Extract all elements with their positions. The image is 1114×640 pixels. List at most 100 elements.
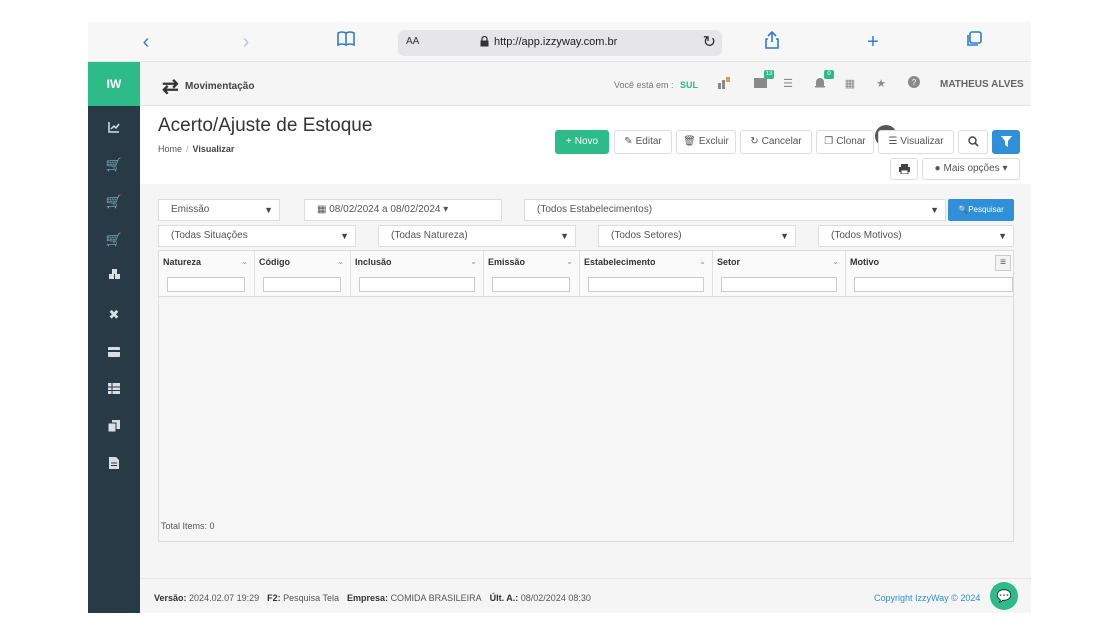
nature-select[interactable]: (Todas Natureza) ▼ [378,225,576,247]
grid-menu-icon[interactable]: ≡ [995,255,1011,271]
column-title: Emissão [488,257,526,267]
refresh-icon: ↻ [750,136,759,147]
bookmarks-icon[interactable] [334,30,358,54]
breadcrumb-current: Visualizar [192,144,235,154]
tabs-icon[interactable] [962,30,986,54]
date-range-picker[interactable]: ▦ 08/02/2024 a 08/02/2024 ▾ [304,199,502,221]
search-button[interactable] [958,130,988,154]
date-type-select[interactable]: Emissão ▼ [158,199,280,221]
chevron-down-icon: ▼ [264,205,273,215]
document-icon[interactable] [104,455,124,475]
credit-card-icon[interactable] [104,343,124,363]
text-size-button[interactable]: AA [406,36,419,47]
column-title: Estabelecimento [584,257,656,267]
print-button[interactable] [890,158,918,180]
copyright[interactable]: Copyright IzzyWay © 2024 [874,593,980,603]
column-filter-input[interactable] [588,277,704,292]
tasks-icon[interactable]: ☰ [780,76,796,92]
chevron-down-icon[interactable]: ⌄ [699,257,706,266]
plus-icon: + [565,136,572,147]
clone-button[interactable]: ❐ Clonar [816,130,874,154]
calculator-icon[interactable]: ▦ [842,76,858,92]
back-icon[interactable]: ‹ [134,30,158,54]
star-icon[interactable]: ★ [873,76,889,92]
shopping-cart-icon[interactable]: 🛒 [104,230,124,250]
help-icon[interactable]: ? [906,76,922,92]
app-header: ⇄ Movimentação Você está em : SUL 13 ☰ 0… [140,62,1031,106]
reason-select[interactable]: (Todos Motivos) ▼ [818,225,1014,247]
printer-icon [898,164,910,175]
forward-icon[interactable]: › [234,30,258,54]
tools-icon[interactable]: ✖ [104,305,124,325]
sector-select[interactable]: (Todos Setores) ▼ [598,225,796,247]
column-inclusao[interactable]: Inclusão ⌄ [351,251,484,297]
chat-button[interactable]: 💬 [990,582,1018,610]
reload-icon[interactable]: ↻ [703,32,716,52]
column-motivo[interactable]: Motivo [846,251,1013,297]
establishment-select[interactable]: (Todos Estabelecimentos) ▼ [524,199,946,221]
cart-icon[interactable]: 🛒 [104,155,124,175]
column-filter-input[interactable] [854,277,1013,292]
view-button[interactable]: ☰ Visualizar [878,130,954,154]
chevron-down-icon[interactable]: ⌄ [832,257,839,266]
app-logo[interactable]: IW [88,62,140,106]
user-name[interactable]: MATHEUS ALVES [940,79,1024,90]
column-natureza[interactable]: Natureza ⌄ [159,251,255,297]
column-filter-input[interactable] [263,277,341,292]
cubes-icon[interactable] [104,267,124,287]
location-label: Você está em : [614,80,674,90]
chevron-down-icon[interactable]: ⌄ [470,257,477,266]
calendar-icon: ▦ [317,204,330,215]
chat-icon: 💬 [996,589,1012,603]
caret-down-icon: ▾ [999,163,1008,174]
new-button[interactable]: + Novo [555,130,609,154]
list-icon[interactable] [104,380,124,400]
search-icon [967,136,979,147]
location-value[interactable]: SUL [680,80,698,90]
column-filter-input[interactable] [492,277,570,292]
filter-button[interactable] [992,130,1020,154]
clone-button-label: Clonar [836,136,866,147]
breadcrumb-home[interactable]: Home [158,144,182,154]
more-options-label: Mais opções [943,163,1000,174]
app-frame: ‹ › AA http://app.izzyway.com.br ↻ + IW … [88,22,1031,613]
column-emissao[interactable]: Emissão ⌄ [484,251,580,297]
app-footer: Versão: 2024.02.07 19:29 F2: Pesquisa Tel… [140,578,1031,613]
cart-icon[interactable]: 🛒 [104,192,124,212]
chevron-down-icon[interactable]: ⌄ [241,257,248,266]
chevron-down-icon: ▼ [930,205,939,215]
chevron-down-icon[interactable]: ⌄ [337,257,344,266]
column-estabelecimento[interactable]: Estabelecimento ⌄ [580,251,713,297]
new-tab-icon[interactable]: + [861,30,885,54]
url-bar[interactable]: AA http://app.izzyway.com.br ↻ [398,30,722,56]
chart-icon[interactable] [104,119,124,139]
chevron-down-icon[interactable]: ⌄ [566,257,573,266]
column-setor[interactable]: Setor ⌄ [713,251,846,297]
copy-icon[interactable] [104,418,124,438]
chevron-down-icon: ▼ [998,231,1007,241]
page-head: Acerto/Ajuste de Estoque Home / Visualizar… [140,106,1031,184]
last-access-value: 08/02/2024 08:30 [520,593,591,603]
trash-icon: 🗑 [683,136,696,147]
more-options-button[interactable]: ● Mais opções ▾ [922,158,1020,180]
money-icon[interactable] [716,76,732,92]
cancel-button[interactable]: ↻ Cancelar [740,130,812,154]
delete-button[interactable]: 🗑 Excluir [676,130,736,154]
column-filter-input[interactable] [721,277,837,292]
copy-icon: ❐ [824,136,834,147]
bell-icon[interactable]: 0 [812,70,834,92]
edit-button[interactable]: ✎ Editar [614,130,672,154]
data-grid: Natureza ⌄ Código ⌄ Inclusão ⌄ Emissão ⌄… [158,250,1014,542]
column-filter-input[interactable] [167,277,245,292]
column-filter-input[interactable] [359,277,475,292]
date-type-value: Emissão [171,204,210,215]
column-codigo[interactable]: Código ⌄ [255,251,351,297]
f2-label: F2: [267,593,281,603]
column-title: Código [259,257,290,267]
situation-select[interactable]: (Todas Situações ▼ [158,225,356,247]
inbox-icon[interactable]: 13 [752,70,774,92]
search-submit-button[interactable]: 🔍Pesquisar [948,199,1014,221]
edit-button-label: Editar [635,136,662,147]
share-icon[interactable] [760,30,784,54]
last-access-label: Últ. A.: [489,593,519,603]
